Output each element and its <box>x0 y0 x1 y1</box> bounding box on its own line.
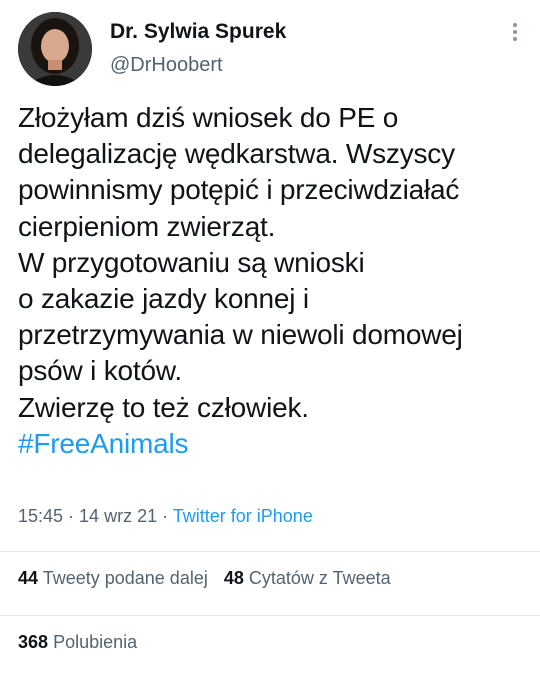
tweet-line: W przygotowaniu są wnioski <box>18 246 365 278</box>
tweet-meta: 15:45 · 14 wrz 21 · Twitter for iPhone <box>18 506 313 527</box>
retweets-label: Tweety podane dalej <box>42 568 208 588</box>
more-dot <box>513 23 517 27</box>
tweet-line: Zwierzę to też człowiek. <box>18 391 309 423</box>
tweet-line: Złożyłam dziś wniosek do PE o <box>18 102 399 133</box>
tweet-header: Dr. Sylwia Spurek @DrHoobert <box>18 12 528 92</box>
tweet-line: przetrzymywania w niewoli domowej <box>18 319 463 351</box>
tweet-line: powinnismy potępić i przeciwdziałać <box>18 174 460 206</box>
likes-stat[interactable]: 368 Polubienia <box>18 632 137 653</box>
avatar[interactable] <box>18 12 92 86</box>
hashtag-link[interactable]: #FreeAnimals <box>18 426 532 462</box>
retweets-count: 44 <box>18 568 39 588</box>
divider <box>0 615 540 616</box>
author-name[interactable]: Dr. Sylwia Spurek <box>110 20 286 44</box>
likes-count: 368 <box>18 632 49 652</box>
tweet-time[interactable]: 15:45 <box>18 506 63 526</box>
more-dot <box>513 37 517 41</box>
tweet-line: cierpieniom zwierząt. <box>18 210 276 242</box>
more-dot <box>513 30 517 34</box>
tweet-line: delegalizację wędkarstwa. Wszyscy <box>18 138 455 170</box>
author-handle[interactable]: @DrHoobert <box>110 54 223 77</box>
quotes-stat[interactable]: 48 Cytatów z Tweeta <box>224 568 391 589</box>
likes-label: Polubienia <box>53 632 138 652</box>
quotes-count: 48 <box>223 568 244 588</box>
more-vertical-icon[interactable] <box>508 20 522 46</box>
tweet-date[interactable]: 14 wrz 21 <box>79 506 157 526</box>
meta-separator: · <box>63 506 80 526</box>
tweet-stats: 44 Tweety podane dalej 48 Cytatów z Tweet… <box>18 568 391 589</box>
quotes-label: Cytatów z Tweeta <box>248 568 391 588</box>
tweet-line: o zakazie jazdy konnej i <box>18 283 309 315</box>
retweets-stat[interactable]: 44 Tweety podane dalej <box>18 568 208 589</box>
tweet-line: psów i kotów. <box>18 355 182 387</box>
tweet-card: Dr. Sylwia Spurek @DrHoobert Złożyłam dz… <box>0 0 540 673</box>
avatar-photo <box>18 12 92 86</box>
divider <box>0 551 540 552</box>
meta-separator: · <box>157 506 173 526</box>
tweet-source[interactable]: Twitter for iPhone <box>173 506 313 526</box>
tweet-text: Złożyłam dziś wniosek do PE o delegaliza… <box>18 100 532 462</box>
